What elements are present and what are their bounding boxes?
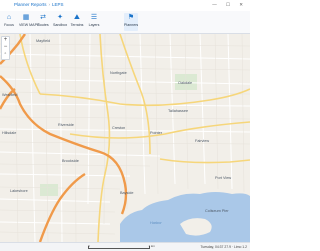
- breadcrumb-item[interactable]: Planner Reports: [14, 2, 47, 7]
- map-label: Port View: [215, 176, 231, 180]
- tool-label: Sandbox: [53, 23, 68, 27]
- map-graphic: Mayfield Northgate Oakdale Westfield Tal…: [0, 34, 250, 242]
- tool-label: Terrains: [70, 23, 84, 27]
- map-label: Pointer: [150, 131, 163, 135]
- scale-start: 0: [88, 243, 90, 248]
- flag-icon: ⚑: [127, 14, 135, 21]
- layers-icon: ☰: [90, 14, 98, 21]
- zoom-control: + − ◦: [1, 36, 10, 60]
- tool-planners[interactable]: ⚑ Planners: [124, 13, 138, 31]
- sparkle-icon: ✦: [57, 14, 63, 21]
- water-label: Harbor: [150, 221, 162, 225]
- tool-terrains[interactable]: ⛰ Terrains: [70, 13, 84, 31]
- tool-view-maps[interactable]: ▦ VIEW MAPS: [19, 13, 40, 31]
- zoom-in-button[interactable]: +: [2, 37, 9, 44]
- tool-label: Focus: [4, 23, 14, 27]
- tool-routes[interactable]: ⇄ Routes: [36, 13, 50, 31]
- tool-label: VIEW MAPS: [19, 23, 40, 27]
- tool-label: Layers: [88, 23, 100, 27]
- breadcrumb: Planner Reports › LEPS: [14, 2, 64, 7]
- tool-layers[interactable]: ☰ Layers: [87, 13, 101, 31]
- park-area: [40, 184, 58, 196]
- reset-view-button[interactable]: ◦: [2, 51, 9, 58]
- map-label: Coliseum Pier: [205, 209, 229, 213]
- routes-icon: ⇄: [40, 14, 46, 21]
- tool-focus[interactable]: ⌂ Focus: [2, 13, 16, 31]
- map-label: Tallahassee: [168, 109, 188, 113]
- map-label: Riverside: [58, 123, 74, 127]
- map-label: Lakeshore: [10, 189, 28, 193]
- tool-sandbox[interactable]: ✦ Sandbox: [53, 13, 67, 31]
- grid-icon: ▦: [22, 14, 30, 21]
- map-label: Fairview: [195, 139, 209, 143]
- breadcrumb-separator: ›: [48, 2, 51, 7]
- toolbar: ⌂ Focus ▦ VIEW MAPS ⇄ Routes ✦ Sandbox ⛰…: [0, 11, 250, 34]
- map-label: Hillsdale: [2, 131, 16, 135]
- home-icon: ⌂: [6, 14, 12, 21]
- map-label: Brookside: [62, 159, 79, 163]
- window-controls[interactable]: — ☐ ✕: [212, 2, 247, 8]
- zoom-out-button[interactable]: −: [2, 44, 9, 51]
- bay-water: [120, 192, 250, 242]
- map-canvas[interactable]: Mayfield Northgate Oakdale Westfield Tal…: [0, 34, 250, 242]
- map-label: Oakdale: [178, 81, 192, 85]
- map-label: Creston: [112, 126, 125, 130]
- map-label: Mayfield: [36, 39, 50, 43]
- mountain-icon: ⛰: [74, 14, 80, 21]
- scale-bar: 0 1 km: [88, 243, 155, 249]
- status-text: Tuesday, 04:37 27.9 · Limo 1.2: [200, 244, 247, 249]
- scale-end: 1 km: [148, 243, 155, 248]
- breadcrumb-item[interactable]: LEPS: [52, 2, 64, 7]
- tool-label: Routes: [37, 23, 49, 27]
- tool-label: Planners: [124, 23, 139, 27]
- map-label: Bayside: [120, 191, 134, 195]
- map-label: Northgate: [110, 71, 127, 75]
- map-label: Westfield: [2, 93, 18, 97]
